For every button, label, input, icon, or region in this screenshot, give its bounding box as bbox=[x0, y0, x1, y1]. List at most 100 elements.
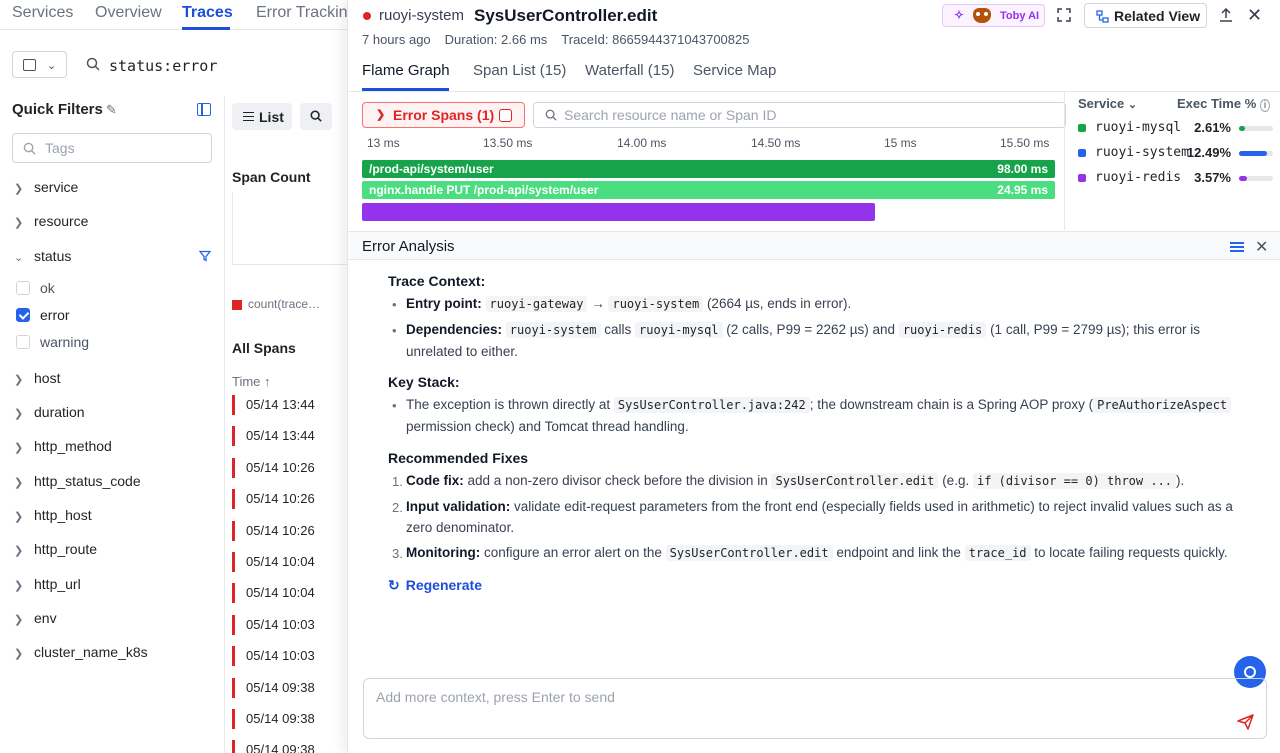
status-option-error[interactable]: error bbox=[16, 307, 70, 323]
exec-row-ruoyi-redis[interactable]: ruoyi-redis 3.57% bbox=[1078, 169, 1273, 189]
table-row[interactable]: 05/14 10:26 bbox=[232, 457, 315, 478]
facet-http-route[interactable]: ❯ http_route bbox=[14, 541, 97, 557]
chevron-right-icon: ❯ bbox=[14, 183, 24, 195]
bullet: • bbox=[392, 323, 397, 338]
facet-cluster-name-k8s[interactable]: ❯ cluster_name_k8s bbox=[14, 644, 148, 660]
table-row[interactable]: 05/14 09:38 bbox=[232, 677, 315, 698]
toby-ai-button[interactable]: ✧ Toby AI bbox=[942, 4, 1045, 27]
refresh-icon: ↻ bbox=[388, 577, 400, 593]
table-row[interactable]: 05/14 10:03 bbox=[232, 614, 315, 635]
tab-service-map[interactable]: Service Map bbox=[693, 62, 776, 79]
filter-icon[interactable] bbox=[199, 250, 211, 262]
checkbox-checked[interactable] bbox=[16, 308, 30, 322]
close-icon[interactable]: ✕ bbox=[1247, 5, 1262, 26]
exec-time-column-header: Exec Time % i bbox=[1177, 96, 1271, 112]
facet-env[interactable]: ❯ env bbox=[14, 610, 57, 626]
table-row[interactable]: 05/14 10:26 bbox=[232, 520, 315, 541]
tags-search-input[interactable]: Tags bbox=[12, 133, 212, 163]
exec-fill bbox=[1239, 151, 1268, 156]
menu-icon[interactable] bbox=[1230, 242, 1244, 252]
table-row[interactable]: 05/14 09:38 bbox=[232, 740, 315, 753]
nav-tab-overview[interactable]: Overview bbox=[95, 4, 162, 22]
table-row[interactable]: 05/14 10:03 bbox=[232, 646, 315, 667]
fix-item-monitoring: Monitoring: configure an error alert on … bbox=[406, 545, 1228, 561]
table-row[interactable]: 05/14 10:04 bbox=[232, 583, 315, 604]
error-spans-toggle[interactable]: ❯ Error Spans (1) bbox=[362, 102, 525, 128]
status-option-ok[interactable]: ok bbox=[16, 280, 55, 296]
divider bbox=[1064, 92, 1065, 230]
date-range-picker[interactable]: ⌄ bbox=[12, 51, 67, 78]
list-view-button[interactable]: List bbox=[232, 103, 292, 130]
nav-tab-traces[interactable]: Traces bbox=[182, 4, 233, 22]
recommended-fixes-title: Recommended Fixes bbox=[388, 450, 529, 466]
search-icon bbox=[545, 109, 557, 121]
share-icon[interactable] bbox=[1219, 7, 1233, 22]
facet-service[interactable]: ❯ service bbox=[14, 179, 78, 195]
exec-track bbox=[1239, 126, 1273, 131]
checkbox[interactable] bbox=[16, 335, 30, 349]
facet-http-host[interactable]: ❯ http_host bbox=[14, 507, 92, 523]
table-row[interactable]: 05/14 13:44 bbox=[232, 426, 315, 447]
exec-row-ruoyi-mysql[interactable]: ruoyi-mysql 2.61% bbox=[1078, 119, 1273, 139]
error-status-dot bbox=[363, 12, 371, 20]
query-bar[interactable]: status:error bbox=[76, 51, 356, 79]
chevron-down-icon: ⌄ bbox=[47, 60, 57, 72]
facet-host[interactable]: ❯ host bbox=[14, 370, 60, 386]
list-number: 1. bbox=[392, 474, 403, 489]
nav-tab-error-tracking[interactable]: Error Tracking bbox=[256, 4, 356, 22]
nav-tab-services[interactable]: Services bbox=[12, 4, 73, 22]
service-swatch bbox=[1078, 174, 1086, 182]
facet-status[interactable]: ⌄ status bbox=[14, 248, 71, 264]
chevron-right-icon: ❯ bbox=[14, 511, 24, 523]
time-column-header[interactable]: Time ↑ bbox=[232, 374, 271, 389]
trace-context-title: Trace Context: bbox=[388, 273, 486, 289]
query-input[interactable]: status:error bbox=[109, 57, 217, 75]
status-option-warning[interactable]: warning bbox=[16, 334, 89, 350]
axis-tick: 15.50 ms bbox=[1000, 136, 1050, 150]
service-swatch bbox=[1078, 149, 1086, 157]
table-row[interactable]: 05/14 10:26 bbox=[232, 489, 315, 510]
flame-bar-root[interactable]: /prod-api/system/user 98.00 ms bbox=[362, 160, 1055, 178]
active-tab-underline bbox=[182, 27, 230, 30]
exec-track bbox=[1239, 176, 1273, 181]
send-icon[interactable] bbox=[1237, 714, 1254, 730]
error-spans-checkbox[interactable] bbox=[499, 109, 512, 122]
chevron-right-icon: ❯ bbox=[14, 408, 24, 420]
facet-http-status-code[interactable]: ❯ http_status_code bbox=[14, 473, 141, 489]
info-icon: i bbox=[1259, 99, 1271, 112]
tab-flame-graph[interactable]: Flame Graph bbox=[362, 62, 450, 79]
tab-waterfall[interactable]: Waterfall (15) bbox=[585, 62, 674, 79]
table-row[interactable]: 05/14 13:44 bbox=[232, 395, 315, 415]
checkbox[interactable] bbox=[16, 281, 30, 295]
service-column-header[interactable]: Service ⌄ bbox=[1078, 96, 1137, 111]
divider bbox=[348, 91, 1280, 92]
exec-row-ruoyi-system[interactable]: ruoyi-system 12.49% bbox=[1078, 144, 1273, 164]
table-row[interactable]: 05/14 10:04 bbox=[232, 552, 315, 572]
facet-http-url[interactable]: ❯ http_url bbox=[14, 576, 81, 592]
axis-tick: 13 ms bbox=[367, 136, 400, 150]
chevron-right-icon: ❯ bbox=[14, 648, 24, 660]
bullet: • bbox=[392, 297, 397, 312]
table-row[interactable]: 05/14 09:38 bbox=[232, 709, 315, 729]
flame-bar-nginx[interactable]: nginx.handle PUT /prod-api/system/user 24… bbox=[362, 181, 1055, 199]
error-analysis-header bbox=[348, 232, 1280, 260]
chevron-down-icon: ⌄ bbox=[1127, 99, 1138, 111]
context-input[interactable]: Add more context, press Enter to send bbox=[363, 678, 1267, 739]
sidebar-toggle-icon[interactable] bbox=[197, 103, 211, 116]
facet-resource[interactable]: ❯ resource bbox=[14, 213, 88, 229]
span-search-input[interactable]: Search resource name or Span ID bbox=[533, 102, 1066, 128]
service-swatch bbox=[1078, 124, 1086, 132]
facet-http-method[interactable]: ❯ http_method bbox=[14, 438, 112, 454]
search-button[interactable] bbox=[300, 103, 332, 130]
exec-pct: 12.49% bbox=[1186, 145, 1231, 160]
tab-span-list[interactable]: Span List (15) bbox=[473, 62, 566, 79]
fullscreen-icon[interactable] bbox=[1057, 8, 1071, 22]
flame-bar-child[interactable] bbox=[362, 203, 875, 221]
facet-duration[interactable]: ❯ duration bbox=[14, 404, 85, 420]
related-view-button[interactable]: Related View bbox=[1084, 3, 1207, 28]
edit-icon[interactable]: ✎ bbox=[106, 102, 117, 118]
exec-fill bbox=[1239, 126, 1245, 131]
regenerate-button[interactable]: ↻ Regenerate bbox=[388, 577, 482, 594]
key-stack-title: Key Stack: bbox=[388, 374, 460, 390]
close-icon[interactable]: ✕ bbox=[1255, 237, 1268, 257]
